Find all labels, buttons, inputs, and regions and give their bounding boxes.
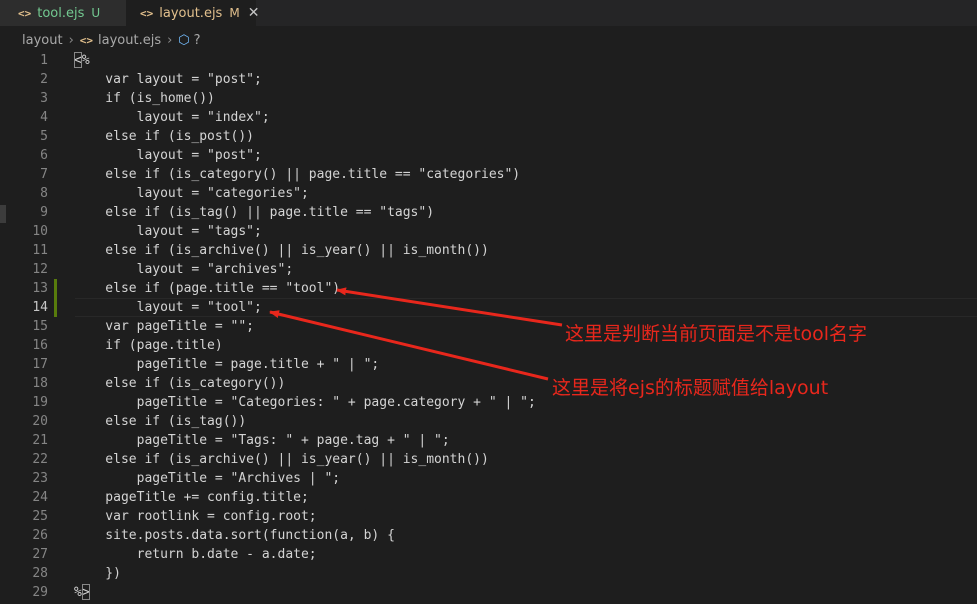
arrow-to-line-14	[269, 310, 549, 381]
arrow-to-line-13	[336, 287, 563, 327]
annotation-arrows	[269, 287, 563, 381]
